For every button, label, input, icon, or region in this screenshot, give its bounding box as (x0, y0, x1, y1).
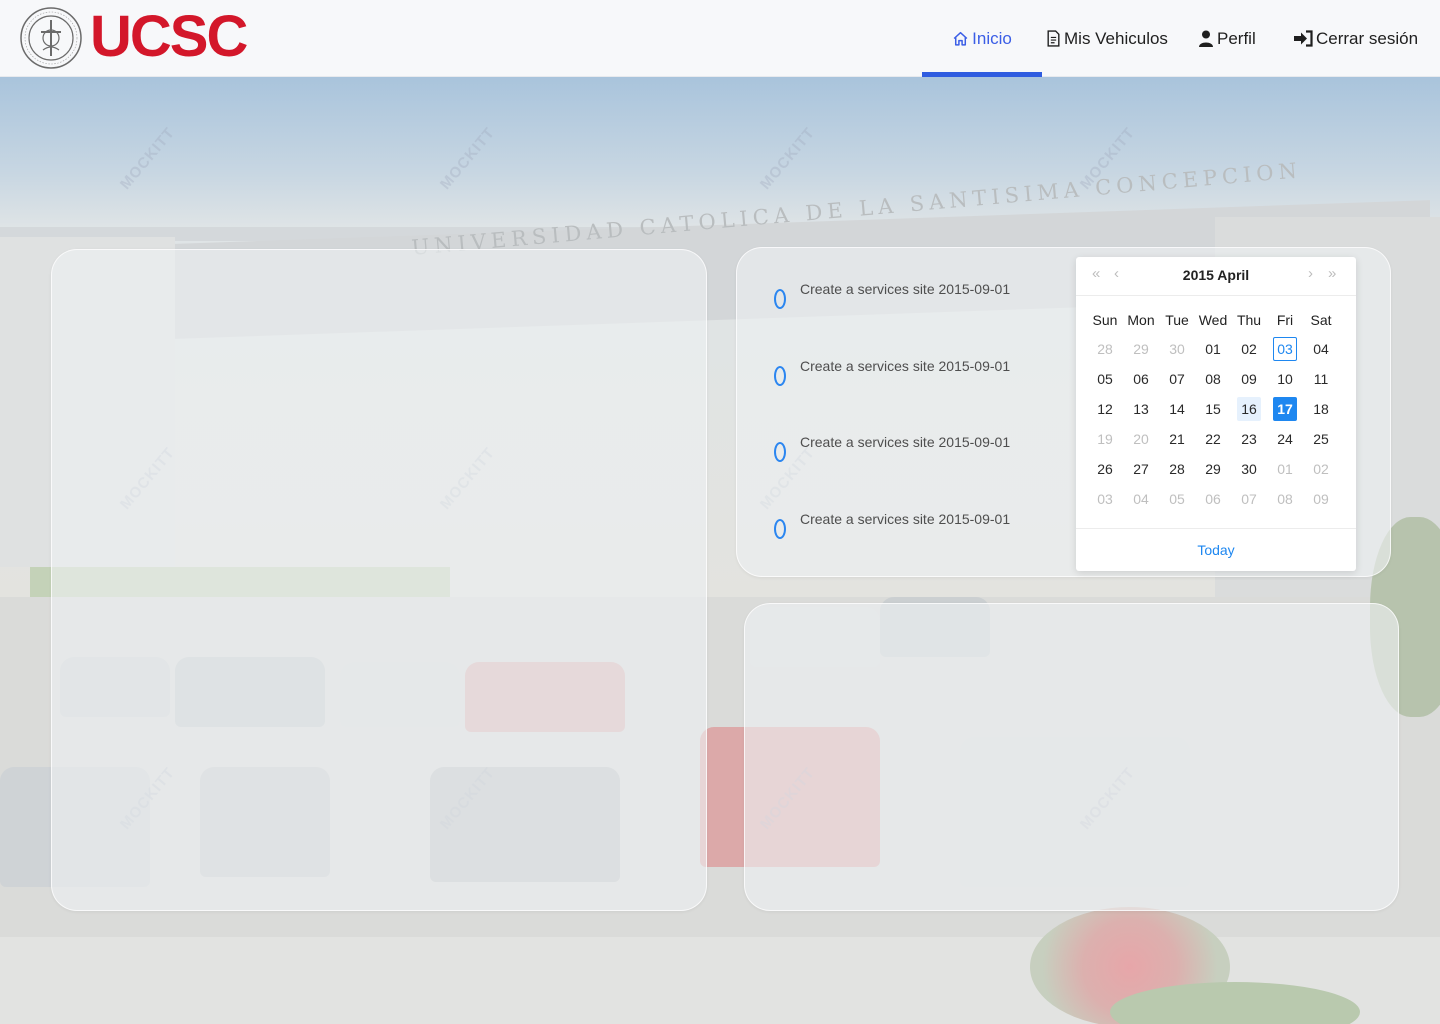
calendar-day[interactable]: 05 (1093, 367, 1117, 391)
calendar-day[interactable]: 14 (1165, 397, 1189, 421)
calendar-day[interactable]: 23 (1237, 427, 1261, 451)
calendar-day[interactable]: 27 (1129, 457, 1153, 481)
calendar-week-row: 28 29 30 01 02 03 04 (1087, 334, 1349, 364)
timeline-dot-icon (774, 366, 786, 386)
top-navbar: UCSC Inicio Mis Vehiculos Perfil Cerrar … (0, 0, 1440, 77)
university-seal-icon[interactable] (19, 6, 83, 70)
weekday-label: Sun (1092, 312, 1118, 328)
document-icon (1047, 30, 1060, 47)
nav-mis-vehiculos-label: Mis Vehiculos (1064, 28, 1168, 48)
calendar-day[interactable]: 13 (1129, 397, 1153, 421)
calendar-day[interactable]: 01 (1273, 457, 1297, 481)
timeline-dot-icon (774, 442, 786, 462)
calendar-day[interactable]: 08 (1273, 487, 1297, 511)
weekday-label: Wed (1198, 312, 1228, 328)
calendar-day[interactable]: 15 (1201, 397, 1225, 421)
weekday-header-row: Sun Mon Tue Wed Thu Fri Sat (1087, 306, 1349, 334)
calendar-day[interactable]: 29 (1201, 457, 1225, 481)
calendar-day[interactable]: 07 (1237, 487, 1261, 511)
calendar-day[interactable]: 30 (1165, 337, 1189, 361)
calendar-day[interactable]: 02 (1309, 457, 1333, 481)
calendar-day[interactable]: 19 (1093, 427, 1117, 451)
calendar-day[interactable]: 16 (1237, 397, 1261, 421)
next-year-icon[interactable]: » (1328, 265, 1336, 282)
calendar-week-row: 19 20 21 22 23 24 25 (1087, 424, 1349, 454)
calendar-week-row: 05 06 07 08 09 10 11 (1087, 364, 1349, 394)
weekday-label: Mon (1127, 312, 1155, 328)
calendar-day[interactable]: 25 (1309, 427, 1333, 451)
calendar-day[interactable]: 05 (1165, 487, 1189, 511)
calendar-day[interactable]: 02 (1237, 337, 1261, 361)
calendar-day[interactable]: 04 (1309, 337, 1333, 361)
calendar-day[interactable]: 03 (1273, 337, 1297, 361)
today-button[interactable]: Today (1076, 528, 1356, 571)
home-icon (953, 31, 968, 46)
brand-logo[interactable]: UCSC (90, 5, 248, 69)
calendar-day[interactable]: 30 (1237, 457, 1261, 481)
weekday-label: Sat (1310, 312, 1332, 328)
weekday-label: Fri (1276, 312, 1294, 328)
timeline-item-text: Create a services site 2015-09-01 (800, 358, 1011, 374)
calendar-day[interactable]: 29 (1129, 337, 1153, 361)
calendar-day[interactable]: 26 (1093, 457, 1117, 481)
calendar-day[interactable]: 08 (1201, 367, 1225, 391)
calendar-day[interactable]: 12 (1093, 397, 1117, 421)
nav-inicio-label: Inicio (972, 28, 1012, 48)
content-panel-left (51, 249, 707, 911)
nav-perfil-label: Perfil (1217, 28, 1256, 48)
timeline-item-text: Create a services site 2015-09-01 (800, 281, 1011, 297)
timeline-item-text: Create a services site 2015-09-01 (800, 511, 1011, 527)
nav-cerrar-sesion-label: Cerrar sesión (1316, 28, 1419, 48)
calendar-day[interactable]: 10 (1273, 367, 1297, 391)
calendar-picker: « ‹ 2015 April › » Sun Mon Tue Wed Thu F… (1076, 257, 1356, 571)
calendar-day[interactable]: 17 (1273, 397, 1297, 421)
next-month-icon[interactable]: › (1308, 265, 1313, 282)
calendar-week-row: 03 04 05 06 07 08 09 (1087, 484, 1349, 514)
calendar-day[interactable]: 18 (1309, 397, 1333, 421)
nav-perfil[interactable]: Perfil (1198, 0, 1256, 77)
calendar-day[interactable]: 28 (1093, 337, 1117, 361)
timeline-dot-icon (774, 519, 786, 539)
nav-cerrar-sesion[interactable]: Cerrar sesión (1293, 0, 1418, 77)
calendar-header: « ‹ 2015 April › » (1076, 257, 1356, 296)
weekday-label: Tue (1165, 312, 1189, 328)
calendar-day[interactable]: 09 (1237, 367, 1261, 391)
calendar-day[interactable]: 09 (1309, 487, 1333, 511)
timeline-dot-icon (774, 289, 786, 309)
content-panel-bottom-right (744, 603, 1399, 911)
calendar-day[interactable]: 24 (1273, 427, 1297, 451)
calendar-day[interactable]: 07 (1165, 367, 1189, 391)
nav-inicio[interactable]: Inicio (922, 0, 1042, 77)
calendar-day[interactable]: 21 (1165, 427, 1189, 451)
calendar-day[interactable]: 22 (1201, 427, 1225, 451)
calendar-day[interactable]: 01 (1201, 337, 1225, 361)
calendar-week-row: 26 27 28 29 30 01 02 (1087, 454, 1349, 484)
calendar-day[interactable]: 20 (1129, 427, 1153, 451)
calendar-grid: Sun Mon Tue Wed Thu Fri Sat 28 29 30 01 02 03… (1087, 306, 1349, 514)
calendar-day[interactable]: 06 (1129, 367, 1153, 391)
calendar-day[interactable]: 03 (1093, 487, 1117, 511)
calendar-weeks: 28 29 30 01 02 03 04 05 06 07 08 09 10 11 12 13 14 15 16 17… (1087, 334, 1349, 514)
calendar-day[interactable]: 04 (1129, 487, 1153, 511)
calendar-title[interactable]: 2015 April (1076, 267, 1356, 283)
sign-out-icon (1294, 30, 1313, 47)
calendar-week-row: 12 13 14 15 16 17 18 (1087, 394, 1349, 424)
timeline-item-text: Create a services site 2015-09-01 (800, 434, 1011, 450)
calendar-day[interactable]: 06 (1201, 487, 1225, 511)
active-tab-indicator (922, 72, 1042, 77)
calendar-day[interactable]: 28 (1165, 457, 1189, 481)
user-icon (1199, 30, 1213, 47)
nav-mis-vehiculos[interactable]: Mis Vehiculos (1046, 0, 1168, 77)
calendar-day[interactable]: 11 (1309, 367, 1333, 391)
weekday-label: Thu (1236, 312, 1262, 328)
